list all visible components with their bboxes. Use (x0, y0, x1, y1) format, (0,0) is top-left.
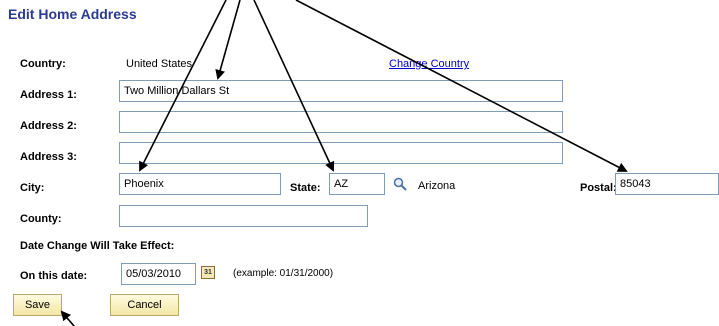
page-title: Edit Home Address (8, 6, 137, 22)
country-value: United States (126, 58, 193, 70)
address1-field[interactable]: Two Million Dallars St (119, 80, 563, 102)
city-label: City: (20, 182, 45, 194)
magnifier-icon[interactable] (393, 177, 407, 191)
date-field[interactable]: 05/03/2010 (121, 263, 196, 285)
county-field[interactable] (119, 205, 368, 227)
date-example: (example: 01/31/2000) (233, 268, 334, 279)
arrow-to-save (60, 310, 76, 326)
postal-label: Postal: (580, 182, 617, 194)
arrow-to-address1 (215, 0, 241, 80)
address2-field[interactable] (119, 111, 563, 133)
save-button[interactable]: Save (13, 294, 62, 316)
county-label: County: (20, 213, 62, 225)
state-label: State: (290, 182, 321, 194)
date-change-label: Date Change Will Take Effect: (20, 240, 175, 252)
address3-label: Address 3: (20, 151, 77, 163)
calendar-icon[interactable]: 31 (201, 266, 215, 279)
postal-field[interactable]: 85043 (615, 173, 719, 195)
cancel-button[interactable]: Cancel (110, 294, 179, 316)
state-name: Arizona (418, 180, 456, 192)
address3-field[interactable] (119, 142, 563, 164)
change-country-link[interactable]: Change Country (389, 58, 469, 70)
country-label: Country: (20, 58, 66, 70)
on-this-date-label: On this date: (20, 270, 88, 282)
address2-label: Address 2: (20, 120, 77, 132)
address1-label: Address 1: (20, 89, 77, 101)
state-field[interactable]: AZ (329, 173, 385, 195)
city-field[interactable]: Phoenix (119, 173, 281, 195)
